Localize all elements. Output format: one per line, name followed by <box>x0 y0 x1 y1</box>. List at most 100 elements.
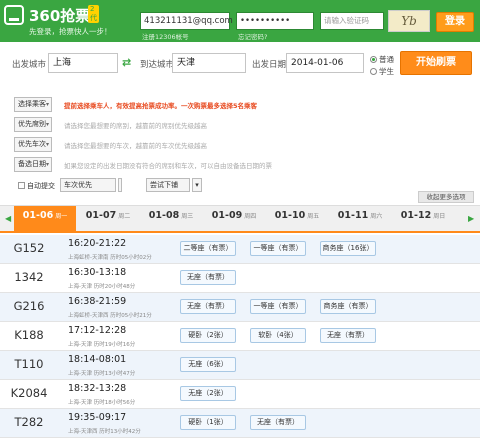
logo-title: 360抢票 <box>29 7 91 25</box>
chevron-down-icon[interactable]: ▾ <box>192 178 202 192</box>
date-input[interactable]: 2014-01-06 <box>286 53 364 73</box>
radio-checked-icon <box>370 56 377 63</box>
train-route: 上海-天津 历时19小时16分 <box>68 342 136 348</box>
top-bar: 360抢票 2代 先登录，抢票快人一步！ 413211131@qq.com 注册… <box>0 0 480 42</box>
logo-slogan: 先登录，抢票快人一步！ <box>29 27 112 36</box>
date-tab-weekday: 周三 <box>181 213 194 220</box>
date-tab[interactable]: 01-10 周五 <box>266 206 328 232</box>
date-tab[interactable]: 01-08 周三 <box>140 206 202 232</box>
forgot-password-link[interactable]: 忘记密码? <box>238 31 267 41</box>
seat-button[interactable]: 商务座（有票） <box>320 299 376 314</box>
option-row-passengers: 选择乘客 提前选择乘车人，有效提高抢票成功率。一次购票最多选择5名乘客 <box>14 97 474 113</box>
try-berth-select[interactable]: 尝试下铺 <box>146 178 190 192</box>
seat-button[interactable]: 软卧（4张） <box>250 328 306 343</box>
train-route: 上海-天津 历时18小时56分 <box>68 400 136 406</box>
collapse-options-button[interactable]: 收起更多选项 <box>418 191 474 203</box>
seat-button[interactable]: 无座（有票） <box>250 415 306 430</box>
option-hint: 请选择您最想要的席别，越靠前的席别优先级越高 <box>64 122 207 130</box>
seat-priority-button[interactable]: 优先席别 <box>14 117 52 132</box>
password-input[interactable]: •••••••••• <box>236 12 314 30</box>
to-label: 到达城市 <box>140 60 175 70</box>
date-label: 出发日期 <box>252 60 287 70</box>
date-tab-date: 01-09 <box>211 210 243 221</box>
auto-submit-label: 自动提交 <box>27 182 55 190</box>
train-route: 上海-天津 历时13小时47分 <box>68 371 136 377</box>
date-tab-date: 01-06 <box>22 210 54 221</box>
train-route: 上海-天津 历时20小时48分 <box>68 284 136 290</box>
radio-student-label: 学生 <box>379 67 394 76</box>
train-route: 上海虹桥-天津西 历时05小时21分 <box>68 313 152 319</box>
date-tab-date: 01-11 <box>337 210 369 221</box>
train-time: 17:12-12:28 <box>68 325 127 336</box>
date-tab-weekday: 周六 <box>370 213 383 220</box>
from-city-input[interactable]: 上海 <box>48 53 118 73</box>
train-row[interactable]: 1342 16:30-13:18 上海-天津 历时20小时48分 无座（有票） <box>0 264 480 293</box>
option-hint: 提前选择乘车人，有效提高抢票成功率。一次购票最多选择5名乘客 <box>64 102 258 110</box>
radio-normal-label: 普通 <box>379 55 394 64</box>
register-link[interactable]: 注册12306帐号 <box>142 31 189 41</box>
train-route: 上海虹桥-天津南 历时05小时02分 <box>68 255 152 261</box>
seat-button[interactable]: 一等座（有票） <box>250 241 306 256</box>
account-input[interactable]: 413211131@qq.com <box>140 12 233 30</box>
seat-button[interactable]: 硬卧（1张） <box>180 415 236 430</box>
date-tab[interactable]: 01-09 周四 <box>203 206 265 232</box>
seat-button[interactable]: 二等座（有票） <box>180 241 236 256</box>
radio-student[interactable]: 学生 <box>370 66 394 77</box>
captcha-image[interactable]: Yb <box>388 10 430 32</box>
train-time: 18:32-13:28 <box>68 383 127 394</box>
date-tab[interactable]: 01-11 周六 <box>329 206 391 232</box>
date-tab[interactable]: 01-12 周日 <box>392 206 454 232</box>
train-number: T110 <box>14 357 44 371</box>
train-priority-button[interactable]: 优先车次 <box>14 137 52 152</box>
option-row-seat-class: 优先席别 请选择您最想要的席别，越靠前的席别优先级越高 <box>14 117 474 133</box>
to-city-input[interactable]: 天津 <box>172 53 246 73</box>
seat-button[interactable]: 无座（有票） <box>320 328 376 343</box>
auto-submit-checkbox[interactable]: 自动提交 <box>18 181 55 191</box>
date-tab-date: 01-08 <box>148 210 180 221</box>
date-tab-weekday: 周日 <box>433 213 446 220</box>
seat-button[interactable]: 无座（有票） <box>180 270 236 285</box>
prev-arrow-icon[interactable]: ◀ <box>5 214 11 223</box>
version-badge: 2代 <box>88 5 99 23</box>
date-tab-date: 01-10 <box>274 210 306 221</box>
date-tab[interactable]: 01-06 周一 <box>14 206 76 232</box>
login-button[interactable]: 登录 <box>436 12 474 32</box>
radio-unchecked-icon <box>370 68 377 75</box>
swap-icon[interactable]: ⇄ <box>122 56 131 69</box>
radio-normal[interactable]: 普通 <box>370 54 394 65</box>
date-tab[interactable]: 01-07 周二 <box>77 206 139 232</box>
train-time: 16:38-21:59 <box>68 296 127 307</box>
train-row[interactable]: G216 16:38-21:59 上海虹桥-天津西 历时05小时21分 无座（有… <box>0 293 480 322</box>
train-row[interactable]: K188 17:12-12:28 上海-天津 历时19小时16分 硬卧（2张） … <box>0 322 480 351</box>
select-passenger-button[interactable]: 选择乘客 <box>14 97 52 112</box>
next-arrow-icon[interactable]: ▶ <box>468 214 474 223</box>
chevron-down-icon[interactable] <box>118 178 122 192</box>
date-tabs: ◀ 01-06 周一 01-07 周二 01-08 周三 01-09 周四 01-10 周… <box>0 205 480 233</box>
train-time: 18:14-08:01 <box>68 354 127 365</box>
seat-button[interactable]: 无座（6张） <box>180 357 236 372</box>
train-number: K2084 <box>10 386 48 400</box>
train-number: G152 <box>13 241 45 255</box>
seat-button[interactable]: 硬卧（2张） <box>180 328 236 343</box>
seat-button[interactable]: 商务座（16张） <box>320 241 376 256</box>
option-hint: 如果您设定的出发日期没有符合的席别和车次，可以自由设备选日期的票 <box>64 162 272 170</box>
seat-button[interactable]: 无座（2张） <box>180 386 236 401</box>
train-time: 19:35-09:17 <box>68 412 127 423</box>
train-number: 1342 <box>14 270 44 284</box>
seat-button[interactable]: 一等座（有票） <box>250 299 306 314</box>
seat-button[interactable]: 无座（有票） <box>180 299 236 314</box>
alt-date-button[interactable]: 备选日期 <box>14 157 52 172</box>
date-tab-weekday: 周四 <box>244 213 257 220</box>
app-logo[interactable]: 360抢票 2代 先登录，抢票快人一步！ <box>4 5 112 36</box>
train-priority-select[interactable]: 车次优先 <box>60 178 116 192</box>
date-tab-date: 01-07 <box>85 210 117 221</box>
train-row[interactable]: T110 18:14-08:01 上海-天津 历时13小时47分 无座（6张） <box>0 351 480 380</box>
train-row[interactable]: T282 19:35-09:17 上海-天津西 历时13小时42分 硬卧（1张）… <box>0 409 480 438</box>
train-row[interactable]: K2084 18:32-13:28 上海-天津 历时18小时56分 无座（2张） <box>0 380 480 409</box>
train-route: 上海-天津西 历时13小时42分 <box>68 429 141 435</box>
control-row: 自动提交 车次优先 尝试下铺 ▾ <box>18 178 468 194</box>
train-number: G216 <box>13 299 45 313</box>
captcha-input[interactable]: 请输入验证码 <box>320 12 384 30</box>
train-row[interactable]: G152 16:20-21:22 上海虹桥-天津南 历时05小时02分 二等座（… <box>0 235 480 264</box>
start-refresh-button[interactable]: 开始刷票 <box>400 51 472 75</box>
